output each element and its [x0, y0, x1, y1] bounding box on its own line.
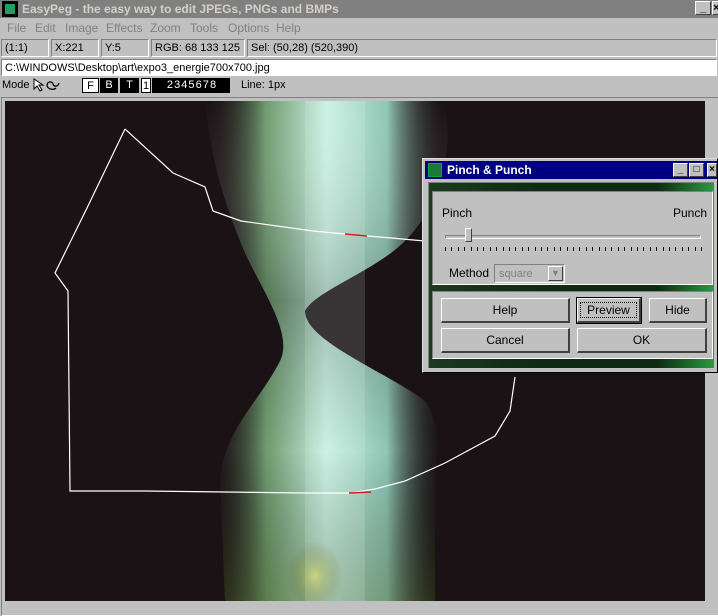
y-coordinate-readout: Y:5: [101, 39, 149, 57]
line-width-1-button[interactable]: 1: [141, 78, 151, 93]
slider-tick: [631, 247, 632, 251]
slider-tick: [535, 247, 536, 251]
status-bar: (1:1) X:221 Y:5 RGB: 68 133 125 Sel: (50…: [0, 39, 718, 57]
slider-tick: [669, 247, 670, 251]
menu-help[interactable]: Help: [276, 21, 301, 35]
slider-tick: [509, 247, 510, 251]
rgb-readout: RGB: 68 133 125: [151, 39, 245, 57]
ok-button[interactable]: OK: [577, 328, 707, 353]
slider-tick: [586, 247, 587, 251]
line-width-buttons[interactable]: 2 3 4 5 6 7 8: [152, 78, 230, 93]
menu-options[interactable]: Options: [228, 21, 269, 35]
mode-border-label: B: [105, 79, 113, 91]
slider-tick: [599, 247, 600, 251]
slider-tick: [663, 247, 664, 251]
slider-tick: [541, 247, 542, 251]
slider-tick: [701, 247, 702, 251]
slider-tick: [496, 247, 497, 251]
menu-effects[interactable]: Effects: [106, 21, 142, 35]
app-title-bar: EasyPeg - the easy way to edit JPEGs, PN…: [0, 0, 718, 18]
easypeg-app-icon[interactable]: [2, 1, 18, 17]
button-panel: Help Preview Hide Cancel OK: [432, 291, 713, 359]
slider-tick: [477, 247, 478, 251]
slider-tick: [445, 247, 446, 251]
pinch-punch-slider-track[interactable]: [445, 235, 701, 239]
slider-ticks: [445, 247, 703, 252]
cancel-button[interactable]: Cancel: [441, 328, 570, 353]
mode-toolbar: Mode F B T 1 2 3 4 5 6 7 8 Line: 1px: [0, 77, 718, 95]
selection-readout: Sel: (50,28) (520,390): [247, 39, 717, 57]
slider-tick: [471, 247, 472, 251]
slider-tick: [490, 247, 491, 251]
slider-tick: [650, 247, 651, 251]
pinch-label: Pinch: [442, 206, 473, 220]
dialog-close-button[interactable]: ×: [707, 163, 717, 177]
slider-tick: [464, 247, 465, 251]
slider-tick: [618, 247, 619, 251]
slider-tick: [624, 247, 625, 251]
menu-edit[interactable]: Edit: [35, 21, 56, 35]
mode-label: Mode: [2, 79, 30, 91]
slider-tick: [560, 247, 561, 251]
dialog-minimize-button[interactable]: _: [673, 163, 688, 177]
slider-tick: [503, 247, 504, 251]
preview-label: Preview: [580, 302, 637, 318]
slider-tick: [643, 247, 644, 251]
pinch-punch-slider-thumb[interactable]: [465, 228, 472, 242]
mode-border-button[interactable]: B: [100, 78, 118, 93]
chevron-down-icon[interactable]: ▼: [548, 266, 563, 281]
slider-tick: [611, 247, 612, 251]
parameter-panel: Pinch Punch Method square ▼: [432, 191, 713, 285]
dialog-title: Pinch & Punch: [447, 163, 532, 177]
dialog-app-icon: [428, 163, 442, 177]
help-button[interactable]: Help: [441, 298, 570, 323]
method-value: square: [499, 268, 533, 280]
line-width-label: Line: 1px: [241, 79, 286, 91]
slider-tick: [637, 247, 638, 251]
slider-tick: [605, 247, 606, 251]
minimize-button[interactable]: _: [695, 1, 711, 15]
slider-tick: [483, 247, 484, 251]
method-label: Method: [449, 266, 490, 280]
window-title: EasyPeg - the easy way to edit JPEGs, PN…: [22, 2, 339, 16]
preview-button[interactable]: Preview: [576, 297, 642, 324]
slider-tick: [554, 247, 555, 251]
slider-tick: [579, 247, 580, 251]
slider-tick: [695, 247, 696, 251]
menu-file[interactable]: File: [7, 21, 26, 35]
close-button[interactable]: ×: [712, 1, 718, 15]
mode-transparent-button[interactable]: T: [120, 78, 139, 93]
slider-tick: [567, 247, 568, 251]
slider-tick: [515, 247, 516, 251]
slider-tick: [688, 247, 689, 251]
slider-tick: [656, 247, 657, 251]
slider-tick: [573, 247, 574, 251]
x-coordinate-readout: X:221: [51, 39, 99, 57]
dialog-body: Pinch Punch Method square ▼ Help Preview…: [428, 182, 714, 368]
file-path: C:\WINDOWS\Desktop\art\expo3_energie700x…: [1, 59, 717, 76]
select-tool-icon[interactable]: [32, 78, 62, 95]
zoom-readout: (1:1): [1, 39, 49, 57]
hide-button[interactable]: Hide: [649, 298, 707, 323]
dialog-maximize-button[interactable]: □: [689, 163, 704, 177]
menu-tools[interactable]: Tools: [190, 21, 218, 35]
pinch-punch-dialog: Pinch & Punch _ □ × Pinch Punch Method s…: [422, 158, 718, 373]
slider-tick: [451, 247, 452, 251]
slider-tick: [528, 247, 529, 251]
slider-tick: [592, 247, 593, 251]
method-dropdown[interactable]: square ▼: [494, 264, 565, 283]
slider-tick: [547, 247, 548, 251]
menu-image[interactable]: Image: [65, 21, 98, 35]
slider-tick: [458, 247, 459, 251]
dialog-title-bar[interactable]: Pinch & Punch _ □ ×: [425, 161, 717, 179]
punch-label: Punch: [673, 206, 708, 220]
slider-tick: [675, 247, 676, 251]
mode-transparent-label: T: [126, 79, 133, 91]
mode-fill-button[interactable]: F: [82, 78, 99, 93]
slider-tick: [522, 247, 523, 251]
menu-bar: File Edit Image Effects Zoom Tools Optio…: [0, 19, 718, 37]
menu-zoom[interactable]: Zoom: [150, 21, 181, 35]
slider-tick: [682, 247, 683, 251]
